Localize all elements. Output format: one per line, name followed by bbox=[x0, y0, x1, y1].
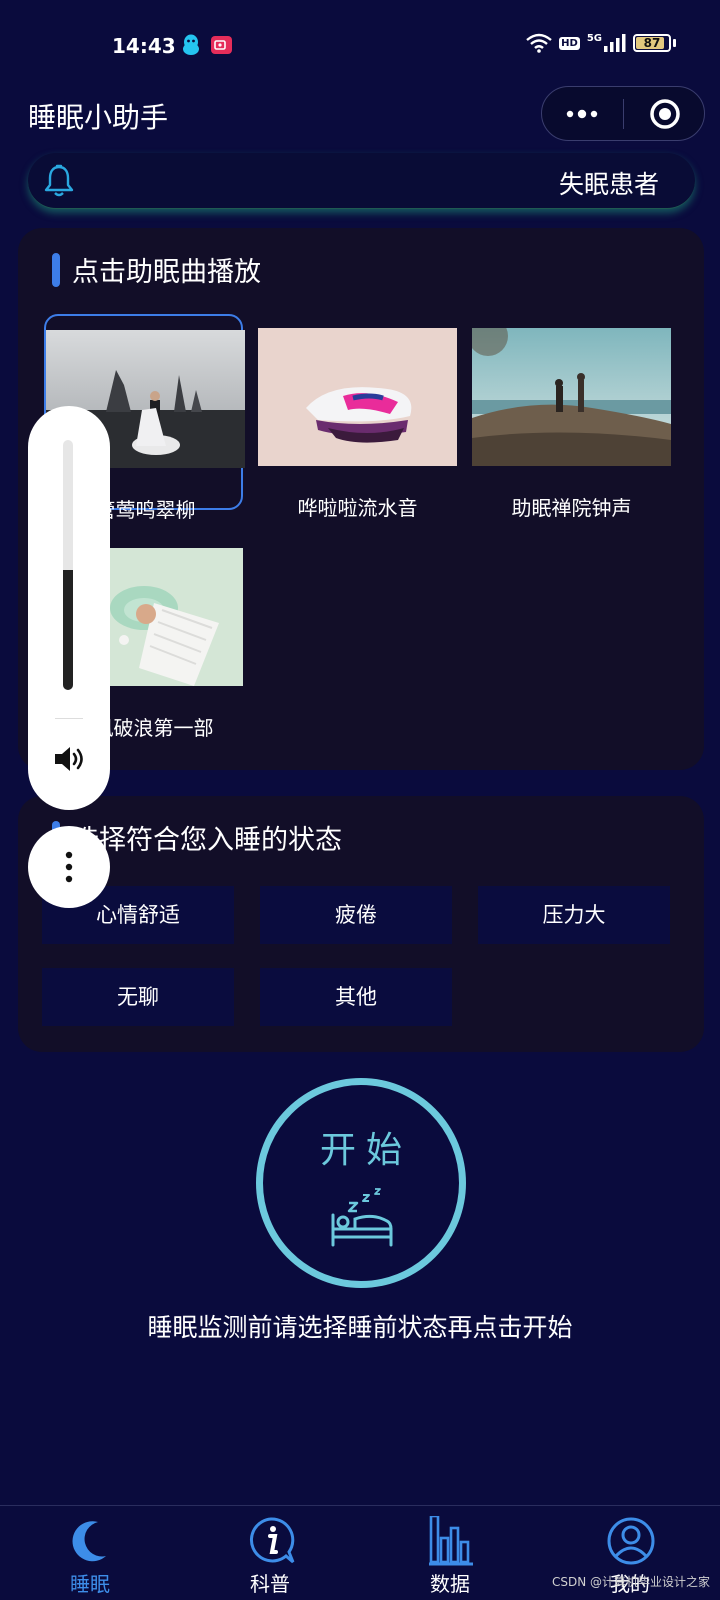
volume-panel bbox=[28, 406, 110, 810]
status-time: 14:43 bbox=[112, 34, 176, 58]
screen-record-icon bbox=[211, 36, 232, 54]
battery-percent: 87 bbox=[643, 36, 661, 50]
title-accent-bar bbox=[52, 252, 60, 287]
signal-icon bbox=[604, 34, 626, 52]
hd-badge: HD bbox=[559, 36, 580, 50]
notice-role: 失眠患者 bbox=[558, 170, 659, 199]
tab-data-label: 数据 bbox=[430, 1572, 470, 1596]
capsule-divider bbox=[623, 99, 624, 129]
network-type: 5G bbox=[587, 34, 626, 52]
tab-science[interactable]: 科普 bbox=[210, 1506, 330, 1600]
status-bar: 14:43 HD 5G 87 bbox=[0, 0, 720, 90]
track-image-seaside-couple bbox=[472, 328, 671, 466]
volume-more-button[interactable] bbox=[28, 826, 110, 908]
battery-tip bbox=[673, 39, 676, 47]
sleeping-bed-icon bbox=[331, 1188, 393, 1247]
tab-bar: 睡眠 科普 数据 我的 CSDN @计算机毕业设计之家 bbox=[0, 1505, 720, 1600]
tab-data[interactable]: 数据 bbox=[390, 1506, 510, 1600]
tab-sleep[interactable]: 睡眠 bbox=[30, 1506, 150, 1600]
sleep-state-card: 选择符合您入睡的状态 心情舒适 疲倦 压力大 无聊 其他 bbox=[18, 796, 704, 1052]
volume-divider bbox=[55, 718, 83, 719]
state-option-5[interactable]: 其他 bbox=[260, 968, 452, 1026]
state-option-2[interactable]: 疲倦 bbox=[260, 886, 452, 944]
wifi-icon bbox=[526, 33, 552, 53]
volume-slider-fill bbox=[63, 570, 73, 690]
app-title: 睡眠小助手 bbox=[28, 101, 169, 134]
system-icons: HD 5G 87 bbox=[526, 33, 676, 53]
more-dots-icon[interactable] bbox=[562, 101, 602, 127]
info-bubble-icon bbox=[250, 1517, 295, 1564]
music-card: 点击助眠曲播放 管莺鸣翠柳 哗啦啦流水音 助眠禅院钟声 乘风破浪第一部 bbox=[18, 228, 704, 770]
music-card-title: 点击助眠曲播放 bbox=[52, 250, 261, 289]
state-option-4[interactable]: 无聊 bbox=[42, 968, 234, 1026]
start-label: 开始 bbox=[319, 1130, 412, 1171]
bar-chart-icon bbox=[429, 1516, 473, 1566]
volume-slider[interactable] bbox=[63, 440, 73, 690]
user-profile-icon bbox=[607, 1517, 655, 1565]
track-image-sneaker bbox=[258, 328, 457, 466]
start-button[interactable]: 开始 bbox=[256, 1078, 466, 1288]
speaker-icon[interactable] bbox=[52, 744, 86, 774]
track-label-3: 助眠禅院钟声 bbox=[511, 496, 632, 520]
notice-bar[interactable]: 失眠患者 bbox=[28, 153, 695, 209]
qq-penguin-icon bbox=[183, 34, 199, 55]
track-card-2[interactable]: 哗啦啦流水音 bbox=[258, 314, 457, 520]
tab-sleep-label: 睡眠 bbox=[70, 1572, 110, 1596]
music-title-text: 点击助眠曲播放 bbox=[72, 257, 261, 288]
battery-indicator: 87 bbox=[633, 34, 671, 52]
moon-icon bbox=[72, 1521, 106, 1562]
tab-science-label: 科普 bbox=[250, 1572, 290, 1596]
bell-icon bbox=[44, 164, 74, 197]
miniprogram-capsule bbox=[541, 86, 705, 141]
start-hint: 睡眠监测前请选择睡前状态再点击开始 bbox=[147, 1313, 573, 1342]
close-target-icon[interactable] bbox=[649, 98, 681, 130]
track-card-3[interactable]: 助眠禅院钟声 bbox=[472, 314, 671, 520]
state-option-3[interactable]: 压力大 bbox=[478, 886, 670, 944]
track-label-2: 哗啦啦流水音 bbox=[297, 496, 418, 520]
state-title-text: 选择符合您入睡的状态 bbox=[72, 825, 342, 856]
vertical-dots-icon bbox=[65, 851, 73, 883]
watermark: CSDN @计算机毕业设计之家 bbox=[551, 1575, 710, 1589]
